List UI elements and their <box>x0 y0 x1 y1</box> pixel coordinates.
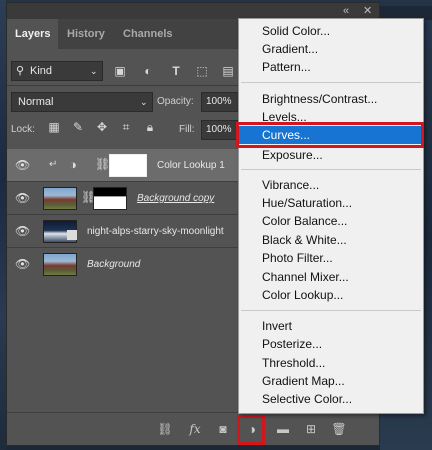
padlock-icon[interactable]: 🔒︎ <box>141 117 159 137</box>
layer-mask-thumbnail[interactable] <box>93 187 127 210</box>
layer-row-background-copy[interactable]: 👁︎ ⛓ Background copy <box>7 182 241 215</box>
opacity-input[interactable]: 100% <box>201 92 243 112</box>
close-icon[interactable]: ✕ <box>363 4 372 18</box>
layer-mask-thumbnail[interactable] <box>109 154 147 177</box>
annotation-highlight-adjustment-button <box>237 415 265 445</box>
fill-label: Fill: <box>179 124 195 135</box>
smart-object-filter-icon[interactable]: ▤ <box>219 61 237 81</box>
layer-name: Background <box>87 259 141 270</box>
blend-mode-value: Normal <box>18 96 54 108</box>
new-layer-icon[interactable]: ⊞ <box>301 419 321 439</box>
move-lock-icon[interactable]: ✥ <box>93 117 111 137</box>
opacity-label: Opacity: <box>157 96 194 107</box>
menu-item-threshold[interactable]: Threshold... <box>239 354 423 372</box>
panel-titlebar: « ✕ <box>7 3 379 19</box>
layer-thumbnail <box>43 253 77 276</box>
menu-item-brightness-contrast[interactable]: Brightness/Contrast... <box>239 90 423 108</box>
menu-item-photo-filter[interactable]: Photo Filter... <box>239 249 423 267</box>
kind-label: Kind <box>30 65 53 77</box>
menu-item-black-white[interactable]: Black & White... <box>239 231 423 249</box>
annotation-highlight-curves-item <box>236 122 424 148</box>
eye-icon[interactable]: 👁︎ <box>15 158 30 172</box>
smart-object-icon <box>67 230 77 240</box>
tab-layers[interactable]: Layers <box>7 19 59 49</box>
chain-link-icon[interactable]: ⛓ <box>95 157 110 171</box>
fx-icon[interactable]: fx <box>185 419 205 439</box>
layer-name: night-alps-starry-sky-moonlight <box>87 226 224 237</box>
menu-item-gradient[interactable]: Gradient... <box>239 40 423 58</box>
menu-item-vibrance[interactable]: Vibrance... <box>239 176 423 194</box>
menu-item-channel-mixer[interactable]: Channel Mixer... <box>239 268 423 286</box>
shape-filter-icon[interactable]: ⬚ <box>193 61 211 81</box>
type-filter-icon[interactable]: T <box>167 61 185 81</box>
layer-row-color-lookup[interactable]: 👁︎ ↵ ◑ ⛓ Color Lookup 1 <box>7 149 241 182</box>
layer-row-background[interactable]: 👁︎ Background <box>7 248 241 281</box>
adjustment-layer-icon: ◑ <box>69 157 77 172</box>
clip-arrow-icon: ↵ <box>49 159 58 170</box>
menu-item-posterize[interactable]: Posterize... <box>239 335 423 353</box>
eye-icon[interactable]: 👁︎ <box>15 191 30 205</box>
menu-item-solid-color[interactable]: Solid Color... <box>239 22 423 40</box>
trash-icon[interactable]: 🗑︎ <box>329 419 349 439</box>
menu-item-pattern[interactable]: Pattern... <box>239 58 423 76</box>
menu-item-exposure[interactable]: Exposure... <box>239 146 423 164</box>
kind-filter-select[interactable]: ⚲ Kind ⌄ <box>11 61 103 81</box>
menu-item-hue-saturation[interactable]: Hue/Saturation... <box>239 194 423 212</box>
image-filter-icon[interactable]: ▣ <box>111 61 129 81</box>
adjustment-filter-icon[interactable]: ◐ <box>139 61 157 81</box>
lock-label: Lock: <box>11 124 35 135</box>
menu-separator <box>241 169 421 170</box>
menu-item-gradient-map[interactable]: Gradient Map... <box>239 372 423 390</box>
menu-separator <box>241 82 421 83</box>
collapse-icon[interactable]: « <box>343 4 349 18</box>
layer-name: Background copy <box>137 193 215 204</box>
chevron-down-icon: ⌄ <box>90 66 98 76</box>
search-icon: ⚲ <box>16 65 25 77</box>
menu-item-color-balance[interactable]: Color Balance... <box>239 212 423 230</box>
lock-pixels-icon[interactable]: ▦ <box>45 117 63 137</box>
artboard-lock-icon[interactable]: ⌗ <box>117 117 135 137</box>
menu-item-invert[interactable]: Invert <box>239 317 423 335</box>
layer-row-night-alps[interactable]: 👁︎ night-alps-starry-sky-moonlight <box>7 215 241 248</box>
eye-icon[interactable]: 👁︎ <box>15 224 30 238</box>
tab-history[interactable]: History <box>59 19 113 49</box>
link-layers-icon[interactable]: ⛓ <box>155 419 175 439</box>
eye-icon[interactable]: 👁︎ <box>15 257 30 271</box>
brush-lock-icon[interactable]: ✎ <box>69 117 87 137</box>
folder-icon[interactable]: ▬ <box>273 419 293 439</box>
adjustment-layer-menu: Solid Color... Gradient... Pattern... Br… <box>238 18 424 414</box>
blend-mode-select[interactable]: Normal ⌄ <box>11 92 153 112</box>
layer-thumbnail <box>43 187 77 210</box>
tab-channels[interactable]: Channels <box>115 19 181 49</box>
mask-icon[interactable]: ◙ <box>213 419 233 439</box>
menu-separator <box>241 310 421 311</box>
layer-name: Color Lookup 1 <box>157 160 225 171</box>
menu-item-color-lookup[interactable]: Color Lookup... <box>239 286 423 304</box>
chevron-down-icon: ⌄ <box>140 97 148 107</box>
menu-item-selective-color[interactable]: Selective Color... <box>239 390 423 408</box>
panel-bottom-bar: ⛓ fx ◙ ◑ ▬ ⊞ 🗑︎ <box>7 412 379 445</box>
